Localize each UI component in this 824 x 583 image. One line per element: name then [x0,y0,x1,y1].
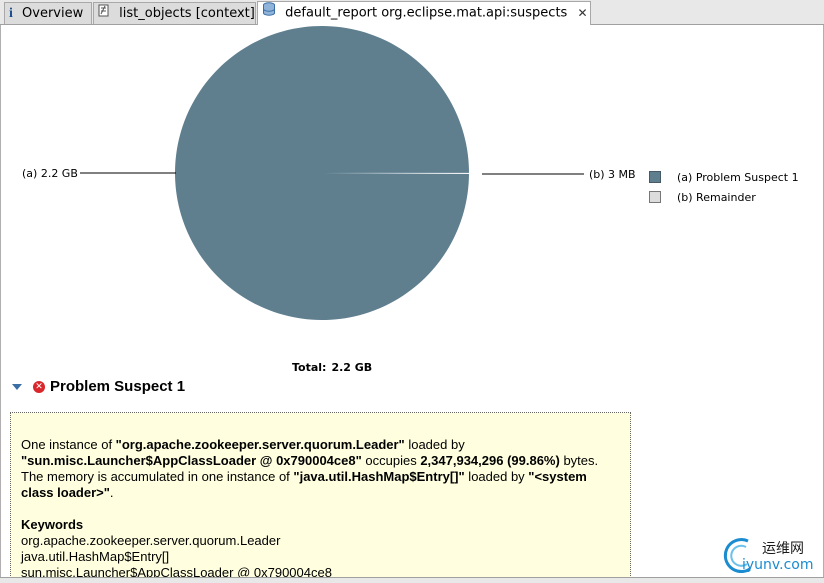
tab-overview[interactable]: i Overview [4,2,92,24]
desc-class-name: "org.apache.zookeeper.server.quorum.Lead… [115,437,405,452]
keyword-item: org.apache.zookeeper.server.quorum.Leade… [21,533,281,548]
chart-total: Total: 2.2 GB [292,361,372,374]
info-icon: i [9,6,13,21]
error-icon: ✕ [33,381,45,393]
description-paragraph: One instance of "org.apache.zookeeper.se… [21,437,620,501]
legend-label-a: (a) Problem Suspect 1 [677,171,799,184]
keyword-item: java.util.HashMap$Entry[] [21,549,170,564]
legend-swatch-b [649,191,661,203]
desc-text: bytes. [559,453,599,468]
tab-label: Overview [22,6,84,21]
desc-system-loader: "<system [528,469,587,484]
legend-label-b: (b) Remainder [677,191,756,204]
total-value: 2.2 GB [331,361,373,374]
desc-text: loaded by [464,469,529,484]
desc-accumulator-class: "java.util.HashMap$Entry[]" [293,469,465,484]
suspect-description-box: One instance of "org.apache.zookeeper.se… [10,412,631,582]
desc-text: occupies [361,453,421,468]
slice-a-label: (a) 2.2 GB [22,167,78,180]
desc-text: . [109,485,114,500]
slice-b-label: (b) 3 MB [589,168,636,181]
tab-label: list_objects [context] [119,6,255,21]
desc-text: The memory is accumulated in one instanc… [21,469,294,484]
close-tab-icon[interactable]: ✕ [577,3,587,24]
desc-classloader: "sun.misc.Launcher$AppClassLoader @ 0x79… [21,453,362,468]
keywords-title: Keywords [21,517,84,532]
tab-list-objects[interactable]: list_objects [context] [93,2,256,24]
legend-swatch-a [649,171,661,183]
tab-default-report[interactable]: default_report org.eclipse.mat.api:suspe… [257,1,591,25]
editor-tab-bar: i Overview list_objects [context] defaul… [0,0,824,25]
database-icon [262,2,276,24]
document-icon [98,3,110,24]
total-label: Total: [292,361,327,374]
desc-text: One instance of [21,437,116,452]
desc-bytes: 2,347,934,296 (99.86%) [420,453,560,468]
section-title: Problem Suspect 1 [50,378,186,395]
watermark-text-en: iyunv.com [742,557,814,573]
tab-label: default_report org.eclipse.mat.api:suspe… [285,5,568,21]
watermark-text-cn: 运维网 [762,541,804,557]
desc-text: loaded by [404,437,465,452]
bottom-border [0,577,824,583]
desc-system-loader-cont: class loader>" [21,485,110,500]
expand-down-triangle-icon[interactable] [12,384,22,390]
